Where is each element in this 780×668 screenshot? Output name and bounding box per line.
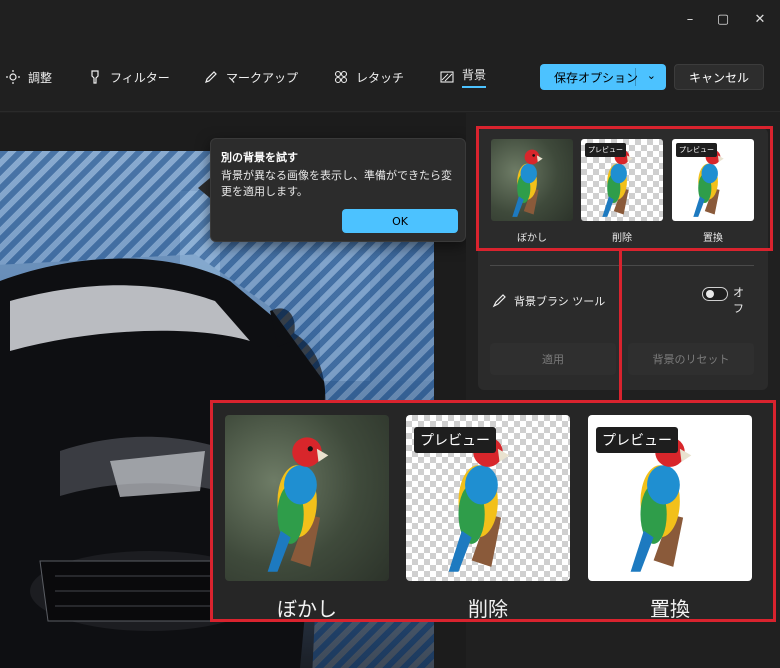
sun-icon (6, 70, 20, 84)
toggle-knob (706, 290, 714, 298)
preview-badge: プレビュー (414, 427, 496, 453)
background-icon (440, 71, 454, 83)
zoom-replace-thumb: プレビュー (588, 415, 752, 581)
brush-icon (492, 294, 506, 308)
toggle-state-label: オフ (733, 286, 744, 315)
zoom-remove-label: 削除 (468, 597, 508, 621)
chevron-down-icon[interactable]: ⌄ (647, 69, 656, 82)
zoom-blur-thumb (225, 415, 389, 581)
tab-filter[interactable]: フィルター (88, 66, 170, 88)
tab-markup[interactable]: マークアップ (204, 66, 298, 88)
panel-divider (490, 265, 754, 266)
close-button[interactable]: ✕ (748, 10, 772, 30)
brush-tool-label: 背景ブラシ ツール (514, 295, 606, 308)
highlight-connector (619, 251, 622, 400)
tab-adjust-label: 調整 (28, 70, 53, 85)
save-options-divider (635, 68, 636, 86)
cancel-button[interactable]: キャンセル (674, 64, 764, 90)
tip-title: 別の背景を試す (221, 151, 298, 164)
preview-badge: プレビュー (596, 427, 678, 453)
zoomed-options-callout: ぼかし プレビュー 削除 プレビュー 置換 (210, 400, 776, 622)
pen-icon (205, 71, 217, 83)
try-background-tip: 別の背景を試す 背景が異なる画像を表示し、準備ができたら変更を適用します。 OK (210, 138, 466, 242)
highlight-box (476, 126, 773, 251)
save-options-label: 保存オプション (554, 70, 639, 85)
zoom-blur-label: ぼかし (277, 597, 337, 621)
tip-body: 背景が異なる画像を表示し、準備ができたら変更を適用します。 (221, 169, 452, 198)
minimize-button[interactable]: – (678, 10, 702, 30)
tab-markup-label: マークアップ (226, 70, 299, 85)
brush-toggle[interactable] (702, 287, 728, 301)
save-options-button[interactable]: 保存オプション ⌄ (540, 64, 666, 90)
reset-background-button[interactable]: 背景のリセット (628, 343, 754, 375)
tab-background[interactable]: 背景 (440, 66, 487, 88)
maximize-button[interactable]: ▢ (711, 10, 735, 30)
apply-button[interactable]: 適用 (490, 343, 616, 375)
tip-ok-button[interactable]: OK (342, 209, 458, 233)
title-bar: – ▢ ✕ (0, 0, 780, 40)
tip-arrow (198, 178, 210, 198)
tab-adjust[interactable]: 調整 (6, 66, 52, 88)
background-brush-row: 背景ブラシ ツール (492, 293, 605, 309)
zoom-replace-label: 置換 (650, 597, 690, 621)
retouch-icon (334, 70, 348, 84)
parrot-image (267, 437, 329, 572)
filter-icon (91, 70, 99, 84)
tab-retouch[interactable]: レタッチ (334, 66, 404, 88)
zoom-remove-thumb: プレビュー (406, 415, 570, 581)
tab-filter-label: フィルター (110, 70, 170, 85)
tab-background-label: 背景 (462, 66, 487, 88)
tab-retouch-label: レタッチ (356, 70, 405, 85)
edit-toolbar: 調整 フィルター マークアップ レタッチ 背景 保存オプション ⌄ キャンセル (0, 40, 780, 112)
